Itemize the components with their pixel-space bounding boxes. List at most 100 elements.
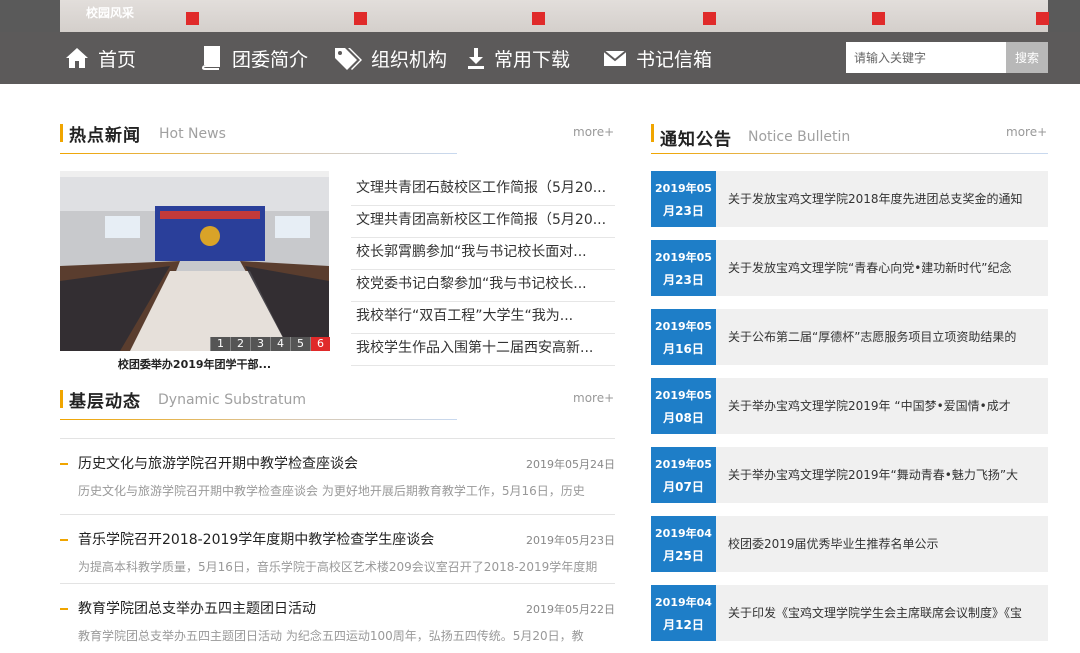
notice-title[interactable]: 校团委2019届优秀毕业生推荐名单公示 (728, 535, 1046, 552)
banner-image: 校园风采 (60, 0, 1049, 32)
notice-title[interactable]: 关于公布第二届“厚德杯”志愿服务项目立项资助结果的 (728, 328, 1046, 345)
nav-item-home[interactable]: 首页 (64, 32, 136, 84)
notice-title[interactable]: 关于举办宝鸡文理学院2019年 “中国梦•爱国情•成才 (728, 397, 1046, 414)
search-button[interactable]: 搜索 (1006, 42, 1048, 73)
list-item[interactable]: 音乐学院召开2018-2019学年度期中教学检查学生座谈会 2019年05月23… (60, 514, 615, 584)
dynamic-more-link[interactable]: more+ (573, 391, 614, 405)
hot-news-item[interactable]: 文理共青团石鼓校区工作简报（5月20... (351, 174, 615, 206)
dynamic-item-title[interactable]: 历史文化与旅游学院召开期中教学检查座谈会 (78, 453, 358, 473)
dynamic-item-summary: 历史文化与旅游学院召开期中教学检查座谈会 为更好地开展后期教育教学工作，5月16… (78, 484, 585, 498)
notice-year-month: 2019年04 (655, 596, 712, 609)
section-accent-bar (651, 124, 654, 142)
download-icon (466, 45, 486, 71)
section-subtitle: Notice Bulletin (748, 129, 851, 145)
dynamic-item-date: 2019年05月23日 (526, 534, 615, 547)
nav-item-label: 常用下载 (494, 48, 571, 71)
notice-more-link[interactable]: more+ (1006, 125, 1047, 139)
bullet-dash (60, 608, 68, 610)
nav-item-label: 书记信箱 (636, 48, 713, 71)
news-slideshow[interactable] (60, 171, 329, 351)
dynamic-item-summary: 教育学院团总支举办五四主题团日活动 为纪念五四运动100周年，弘扬五四传统。5月… (78, 629, 584, 643)
hot-news-item[interactable]: 文理共青团高新校区工作简报（5月20... (351, 206, 615, 238)
slide-caption[interactable]: 校团委举办2019年团学干部... (60, 356, 329, 372)
pager-button[interactable]: 5 (290, 337, 310, 351)
notice-day: 月12日 (663, 618, 704, 632)
nav-item-label: 首页 (98, 48, 137, 71)
section-underline (60, 419, 457, 420)
pager-button[interactable]: 3 (250, 337, 270, 351)
notice-date-badge: 2019年05 月23日 (651, 240, 716, 296)
book-icon (198, 45, 224, 71)
notice-item[interactable]: 2019年05 月23日 关于发放宝鸡文理学院“青春心向党•建功新时代”纪念 (651, 240, 1048, 296)
pager-button[interactable]: 2 (230, 337, 250, 351)
notice-header: 通知公告 Notice Bulletin (651, 124, 1048, 154)
dynamic-item-title[interactable]: 音乐学院召开2018-2019学年度期中教学检查学生座谈会 (78, 529, 434, 549)
bullet-dash (60, 463, 68, 465)
top-banner: 校园风采 (0, 0, 1080, 32)
nav-item-organization[interactable]: 组织机构 (333, 32, 447, 84)
notice-day: 月16日 (663, 342, 704, 356)
flag-icon (1036, 12, 1049, 25)
notice-day: 月07日 (663, 480, 704, 494)
notice-item[interactable]: 2019年05 月23日 关于发放宝鸡文理学院2018年度先进团总支奖金的通知 (651, 171, 1048, 227)
nav-item-mailbox[interactable]: 书记信箱 (602, 32, 712, 84)
hot-news-item[interactable]: 校党委书记白黎参加“我与书记校长... (351, 270, 615, 302)
pager-button[interactable]: 1 (210, 337, 230, 351)
notice-item[interactable]: 2019年05 月16日 关于公布第二届“厚德杯”志愿服务项目立项资助结果的 (651, 309, 1048, 365)
banner-caption: 校园风采 (86, 6, 135, 20)
notice-year-month: 2019年05 (655, 182, 712, 195)
nav-item-about[interactable]: 团委简介 (198, 32, 308, 84)
section-subtitle: Hot News (159, 126, 226, 142)
slideshow-pager: 1 2 3 4 5 6 (210, 337, 330, 351)
bullet-dash (60, 539, 68, 541)
section-accent-bar (60, 390, 63, 408)
hot-news-item[interactable]: 我校学生作品入围第十二届西安高新... (351, 334, 615, 366)
notice-day: 月23日 (663, 273, 704, 287)
notice-item[interactable]: 2019年05 月08日 关于举办宝鸡文理学院2019年 “中国梦•爱国情•成才 (651, 378, 1048, 434)
section-accent-bar (60, 124, 63, 142)
notice-date-badge: 2019年05 月07日 (651, 447, 716, 503)
nav-item-label: 团委简介 (232, 48, 309, 71)
hot-news-item[interactable]: 我校举行“双百工程”大学生“我为... (351, 302, 615, 334)
tags-icon (333, 45, 363, 71)
notice-title[interactable]: 关于举办宝鸡文理学院2019年“舞动青春•魅力飞扬”大 (728, 466, 1046, 483)
dynamic-item-date: 2019年05月22日 (526, 603, 615, 616)
flag-icon (186, 12, 199, 25)
notice-day: 月25日 (663, 549, 704, 563)
notice-item[interactable]: 2019年05 月07日 关于举办宝鸡文理学院2019年“舞动青春•魅力飞扬”大 (651, 447, 1048, 503)
list-item[interactable]: 教育学院团总支举办五四主题团日活动 2019年05月22日 教育学院团总支举办五… (60, 583, 615, 653)
notice-year-month: 2019年04 (655, 527, 712, 540)
notice-item[interactable]: 2019年04 月25日 校团委2019届优秀毕业生推荐名单公示 (651, 516, 1048, 572)
section-underline (651, 153, 1048, 154)
section-title: 通知公告 (660, 130, 732, 150)
pager-button[interactable]: 4 (270, 337, 290, 351)
nav-item-downloads[interactable]: 常用下载 (466, 32, 570, 84)
list-item[interactable]: 历史文化与旅游学院召开期中教学检查座谈会 2019年05月24日 历史文化与旅游… (60, 438, 615, 508)
notice-day: 月08日 (663, 411, 704, 425)
dynamic-item-title[interactable]: 教育学院团总支举办五四主题团日活动 (78, 598, 316, 618)
notice-title[interactable]: 关于印发《宝鸡文理学院学生会主席联席会议制度》《宝 (728, 604, 1046, 621)
notice-title[interactable]: 关于发放宝鸡文理学院2018年度先进团总支奖金的通知 (728, 190, 1046, 207)
notice-day: 月23日 (663, 204, 704, 218)
notice-title[interactable]: 关于发放宝鸡文理学院“青春心向党•建功新时代”纪念 (728, 259, 1046, 276)
notice-date-badge: 2019年05 月16日 (651, 309, 716, 365)
search-input[interactable] (846, 42, 1006, 73)
section-underline (60, 153, 457, 154)
dynamic-header: 基层动态 Dynamic Substratum (60, 390, 457, 420)
nav-item-label: 组织机构 (371, 48, 448, 71)
hot-news-more-link[interactable]: more+ (573, 125, 614, 139)
meeting-photo (60, 171, 329, 351)
notice-date-badge: 2019年04 月25日 (651, 516, 716, 572)
home-icon (64, 45, 90, 71)
notice-item[interactable]: 2019年04 月12日 关于印发《宝鸡文理学院学生会主席联席会议制度》《宝 (651, 585, 1048, 641)
pager-button-active[interactable]: 6 (310, 337, 330, 351)
main-nav: 首页 团委简介 组织机构 常用下载 书记信箱 搜索 (0, 32, 1080, 84)
notice-year-month: 2019年05 (655, 458, 712, 471)
hot-news-item[interactable]: 校长郭霄鹏参加“我与书记校长面对... (351, 238, 615, 270)
notice-year-month: 2019年05 (655, 320, 712, 333)
notice-date-badge: 2019年05 月08日 (651, 378, 716, 434)
notice-year-month: 2019年05 (655, 251, 712, 264)
flag-icon (703, 12, 716, 25)
hot-news-list: 文理共青团石鼓校区工作简报（5月20... 文理共青团高新校区工作简报（5月20… (351, 174, 615, 366)
hot-news-header: 热点新闻 Hot News (60, 124, 457, 154)
